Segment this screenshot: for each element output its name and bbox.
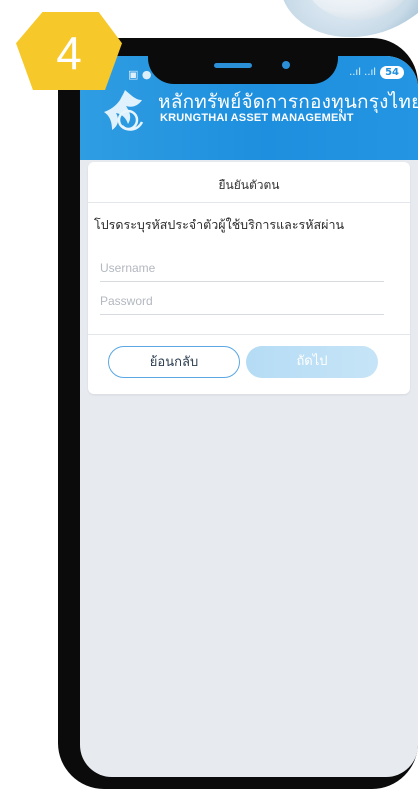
next-button[interactable]: ถัดไป bbox=[246, 346, 378, 378]
stage: ▣ ● ..ıl ..ıl 54 หลักทรัพย์จัดการกองทุนก… bbox=[0, 0, 418, 789]
login-card: ยืนยันตัวตน โปรดระบุรหัสประจำตัวผู้ใช้บร… bbox=[88, 162, 410, 394]
card-instruction: โปรดระบุรหัสประจำตัวผู้ใช้บริการและรหัสผ… bbox=[94, 217, 345, 232]
username-input[interactable] bbox=[100, 255, 384, 282]
signal-icon: ..ıl ..ıl bbox=[349, 67, 377, 78]
status-icons-right: ..ıl ..ıl 54 bbox=[349, 66, 404, 79]
card-divider bbox=[88, 202, 410, 203]
speaker-icon bbox=[214, 63, 252, 68]
camera-icon bbox=[282, 61, 290, 69]
phone-screen: ▣ ● ..ıl ..ıl 54 หลักทรัพย์จัดการกองทุนก… bbox=[80, 56, 418, 777]
card-divider-bottom bbox=[88, 334, 410, 335]
status-icons-left: ▣ ● bbox=[128, 68, 152, 81]
card-title: ยืนยันตัวตน bbox=[218, 178, 280, 192]
password-input[interactable] bbox=[100, 288, 384, 315]
phone-notch bbox=[148, 38, 338, 84]
krungthai-logo-icon bbox=[104, 90, 144, 131]
brand-name-english: KRUNGTHAI ASSET MANAGEMENT bbox=[160, 112, 354, 124]
step-number: 4 bbox=[56, 27, 82, 79]
battery-icon: 54 bbox=[380, 66, 404, 79]
back-button[interactable]: ย้อนกลับ bbox=[108, 346, 240, 378]
